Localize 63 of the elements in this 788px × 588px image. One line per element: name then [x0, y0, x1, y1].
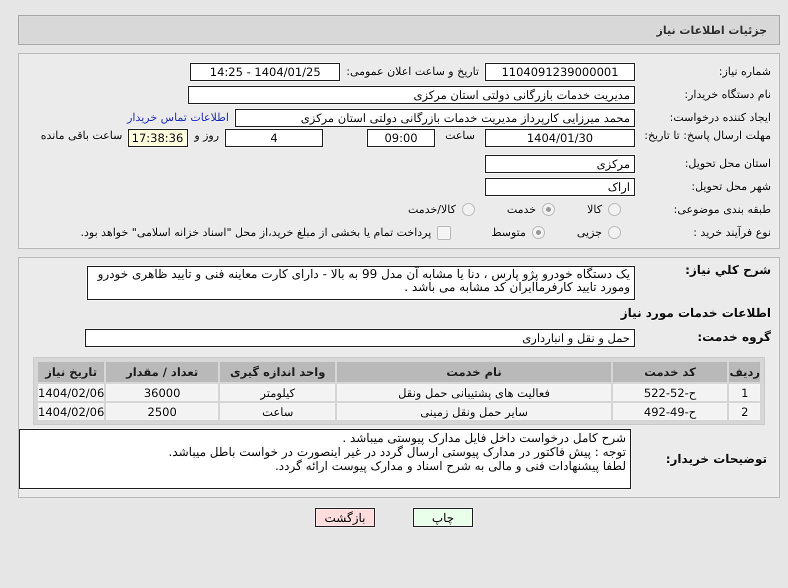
table-cell: ح-49-492 [612, 403, 728, 420]
field-label: شهر محل تحویل: [690, 180, 772, 193]
field-label: توضیحات خریدار: [664, 452, 768, 466]
field-label: روز و [194, 129, 220, 142]
column-header: نام خدمت [337, 362, 611, 382]
summary-text-area[interactable]: یک دستگاه خودرو پژو پارس ، دنا یا مشابه آن مدل 99 به بالا - دارای کارت معاینه فنی و تایید ظاهری خودرو ومورد تایید کارفرماایران کد مشابه می باشد . [87, 266, 635, 300]
field-label: نام دستگاه خریدار: [683, 88, 772, 101]
announce-date-field: 1404/01/25 - 14:25 [190, 62, 340, 80]
field-label: تاریخ و ساعت اعلان عمومی: [346, 65, 479, 78]
radio-button[interactable] [532, 226, 545, 239]
need-number-field: 1104091239000001 [485, 62, 635, 80]
section-title: اطلاعات خدمات مورد نیاز [619, 305, 772, 322]
column-header: تعداد / مقدار [106, 362, 218, 382]
city-field: اراک [485, 178, 635, 196]
table-cell: 1404/02/06 [38, 384, 104, 401]
field-label: شماره نیاز: [718, 65, 772, 78]
radio-label: خدمت [506, 203, 536, 216]
table-cell: سایر حمل ونقل زمینی [337, 403, 611, 420]
field-label: شرح كلي نياز: [684, 264, 772, 277]
buyer-org-field: مدیریت خدمات بازرگانی دولتی استان مرکزی [188, 86, 635, 104]
print-button[interactable]: چاپ [413, 508, 473, 527]
page-title: جزئیات اطلاعات نیاز [656, 24, 767, 36]
radio-label: جزیی [576, 226, 602, 239]
field-label: ایجاد کننده درخواست: [668, 111, 772, 124]
contact-link[interactable]: اطلاعات تماس خریدار [127, 111, 229, 124]
deadline-date-field: 1404/01/30 [485, 129, 635, 147]
column-header: کد خدمت [612, 362, 728, 382]
field-label: مهلت ارسال پاسخ: تا تاریخ: [643, 129, 772, 142]
buyer-notes-text-area[interactable]: شرح کامل درخواست داخل فایل مدارک پیوستی میباشد . توجه : پیش فاکتور در مدارک پیوستی ارسال گردد در غیر اینصورت در خواست باطل میباشد. لطفا پیشنهادات فنی و مالی به شرح اسناد و مدارک پیوست ارائه گردد. [19, 429, 631, 489]
field-label: نوع فرآیند خرید : [692, 226, 772, 239]
field-label: طبقه بندی موضوعی: [672, 203, 772, 216]
radio-button[interactable] [542, 203, 556, 216]
table-cell: فعالیت های پشتیبانی حمل ونقل [337, 384, 611, 401]
column-header: ردیف [729, 362, 760, 382]
radio-label: کالا/خدمت [408, 203, 456, 216]
radio-label: کالا [587, 203, 602, 216]
table-cell: 36000 [106, 384, 218, 401]
province-field: مرکزی [485, 154, 635, 172]
days-field: 4 [225, 129, 324, 147]
radio-button[interactable] [608, 203, 621, 216]
back-button[interactable]: بازگشت [315, 508, 375, 527]
remaining-time-field: 17:38:36 [128, 129, 188, 147]
service-group-field: حمل و نقل و انبارداری [85, 328, 635, 346]
deadline-time-field: 09:00 [367, 129, 436, 147]
checkbox-label: پرداخت تمام یا بخشی از مبلغ خرید،از محل "اسناد خزانه اسلامی" خواهد بود. [80, 226, 432, 239]
radio-label: متوسط [491, 226, 526, 239]
radio-button[interactable] [462, 203, 475, 216]
column-header: تاریخ نیاز [38, 362, 104, 382]
table-cell: ح-52-522 [612, 384, 728, 401]
requester-field: محمد میرزایی کارپرداز مدیریت خدمات بازرگانی دولتی استان مرکزی [235, 108, 635, 126]
table-cell: ساعت [220, 403, 336, 420]
table-cell: 2 [729, 403, 760, 420]
table-cell: کیلومتر [220, 384, 336, 401]
column-header: واحد اندازه گیری [220, 362, 336, 382]
field-label: گروه خدمت: [696, 331, 772, 344]
checkbox[interactable] [437, 226, 452, 240]
table-cell: 1404/02/06 [38, 403, 104, 420]
field-label: ساعت باقی مانده [40, 129, 122, 142]
field-label: استان محل تحویل: [684, 157, 772, 170]
radio-button[interactable] [608, 226, 621, 239]
field-label: ساعت [445, 129, 475, 142]
table-cell: 2500 [106, 403, 218, 420]
table-cell: 1 [729, 384, 760, 401]
